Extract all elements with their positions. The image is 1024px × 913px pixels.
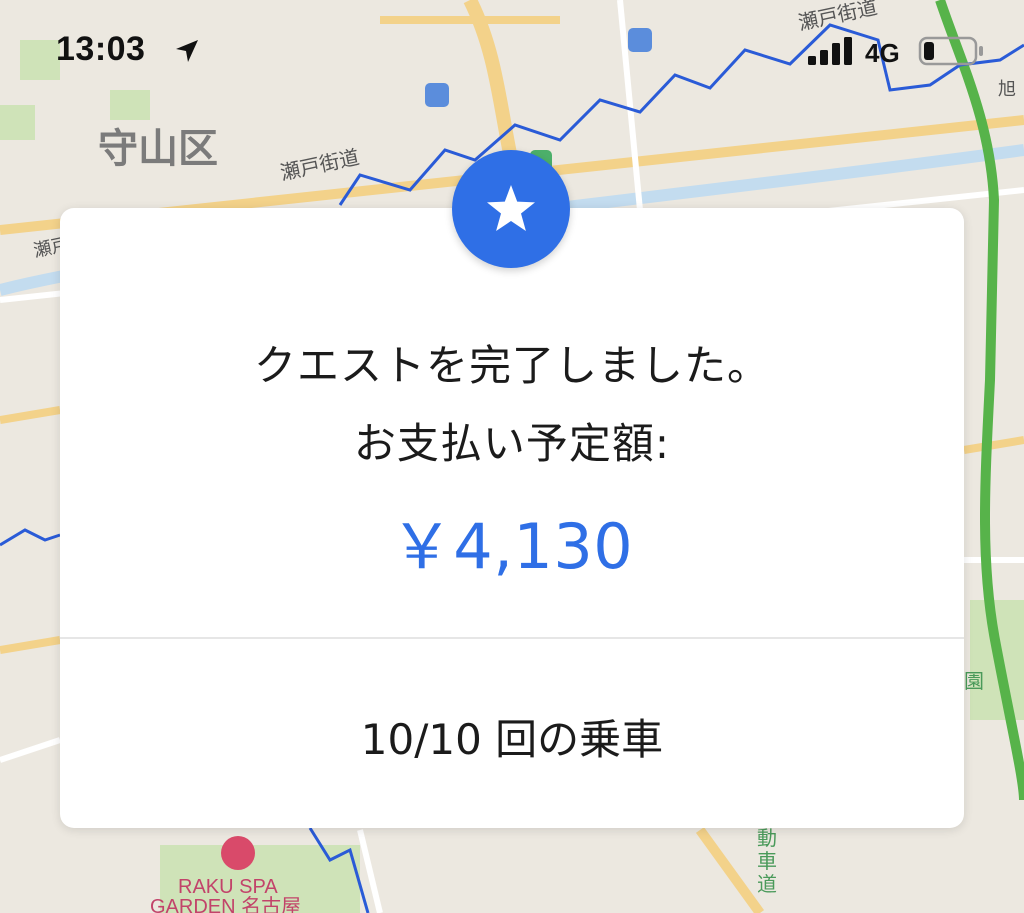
payment-due-label: お支払い予定額:: [353, 419, 671, 468]
park-label: 園: [964, 669, 984, 693]
card-divider: [60, 637, 964, 639]
payment-amount: ￥4,130: [390, 510, 634, 583]
battery-icon: [918, 36, 983, 66]
spa-label-line1: RAKU SPA: [178, 876, 278, 898]
road-label-char-2: 車: [757, 849, 777, 873]
status-time: 13:03: [56, 30, 146, 68]
star-icon: [487, 185, 535, 231]
spa-label-line2: GARDEN 名古屋: [150, 895, 301, 913]
district-label: 守山区: [98, 127, 218, 171]
network-type-label: 4G: [865, 38, 900, 68]
cellular-signal-icon: [808, 37, 852, 65]
ride-count: 10/10 回の乗車: [360, 715, 664, 764]
road-label-char-1: 動: [757, 826, 777, 850]
status-bar: 13:03 4G: [0, 0, 1024, 100]
location-arrow-icon: [176, 40, 198, 62]
quest-badge: [452, 150, 570, 268]
quest-complete-message: クエストを完了しました。: [253, 341, 770, 390]
road-label-char-3: 道: [757, 872, 777, 896]
